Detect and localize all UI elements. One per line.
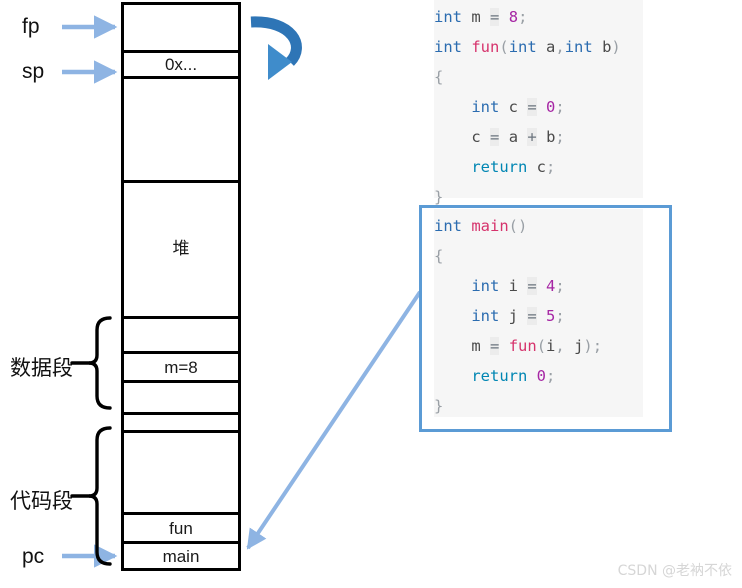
data-cell-m: m=8 — [121, 351, 241, 380]
code-line: int main() — [434, 217, 528, 235]
watermark: CSDN @老衲不依 — [617, 563, 732, 579]
code-cell-main: main — [121, 541, 241, 571]
data-cell-empty-lower — [121, 380, 241, 412]
code-line: { — [434, 247, 444, 265]
code-cell-main-label: main — [162, 546, 200, 566]
code-cell-fun-label: fun — [169, 518, 193, 538]
code-cell-empty — [121, 430, 241, 512]
code-line: int j = 5; — [471, 307, 565, 325]
code-block-fun: int m = 8; int fun(int a,int b) { int c = … — [434, 0, 643, 206]
data-cell-m-label: m=8 — [164, 357, 198, 377]
code-line: } — [434, 397, 444, 415]
gap-cell — [121, 412, 241, 430]
code-cell-fun: fun — [121, 512, 241, 541]
stack-free-cell — [121, 76, 241, 180]
pointer-label-fp: fp — [22, 15, 40, 38]
code-line: return c; — [471, 158, 556, 176]
code-line: int m = 8; — [434, 8, 528, 26]
pointer-label-pc: pc — [22, 545, 45, 568]
stack-loop-arrow — [250, 16, 302, 80]
pointer-label-sp: sp — [22, 60, 45, 83]
data-cell-empty-upper — [121, 316, 241, 351]
code-line: int fun(int a,int b) — [434, 38, 621, 56]
main-connector-arrow — [246, 290, 422, 550]
heap-cell-label: 堆 — [172, 239, 190, 259]
brace-code-segment — [70, 426, 112, 566]
return-address-cell-label: 0x... — [164, 55, 198, 74]
code-block-main: int main() { int i = 4; int j = 5; m = fu… — [434, 209, 643, 417]
code-line: return 0; — [471, 367, 556, 385]
segment-label-data: 数据段 — [10, 356, 73, 380]
code-line: int c = 0; — [471, 98, 565, 116]
return-address-cell: 0x... — [121, 50, 241, 76]
code-line: c = a + b; — [471, 128, 565, 146]
code-line: m = fun(i, j); — [471, 337, 603, 355]
brace-data-segment — [70, 316, 112, 410]
heap-cell: 堆 — [121, 180, 241, 316]
segment-label-code: 代码段 — [10, 489, 73, 513]
code-line: int i = 4; — [471, 277, 565, 295]
stack-frame-cell — [121, 2, 241, 50]
code-line: { — [434, 68, 444, 86]
memory-column: 0x... 堆 m=8 fun main — [121, 0, 241, 571]
